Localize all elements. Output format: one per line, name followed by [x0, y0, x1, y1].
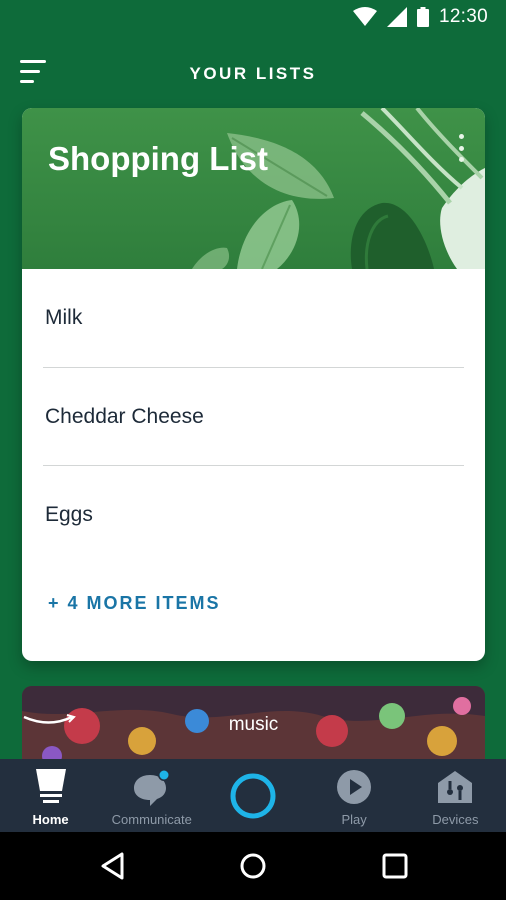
- list-items: Milk Cheddar Cheese Eggs: [22, 269, 485, 565]
- nav-devices[interactable]: Devices: [405, 759, 506, 832]
- list-item[interactable]: Milk: [43, 269, 464, 368]
- more-items-link[interactable]: + 4 MORE ITEMS: [48, 593, 221, 614]
- alexa-ring-icon: [230, 773, 276, 819]
- nav-home[interactable]: Home: [0, 759, 101, 832]
- app-bar: YOUR LISTS: [0, 40, 506, 110]
- list-item-label: Eggs: [45, 503, 93, 526]
- smile-arrow-icon: [23, 714, 76, 724]
- bottom-nav: Home Communicate Play Devices: [0, 759, 506, 832]
- home-circle-icon[interactable]: [237, 850, 269, 882]
- battery-icon: [416, 7, 429, 27]
- list-item-label: Milk: [45, 306, 83, 329]
- nav-label-home: Home: [32, 812, 69, 827]
- nav-play[interactable]: Play: [304, 759, 405, 832]
- nav-alexa[interactable]: [202, 759, 303, 832]
- status-time: 12:30: [438, 6, 488, 27]
- card-header: Shopping List: [22, 108, 485, 269]
- home-icon: [35, 769, 66, 803]
- cell-signal-icon: [386, 7, 407, 27]
- nav-communicate[interactable]: Communicate: [101, 759, 202, 832]
- status-bar: 12:30: [0, 0, 506, 34]
- nav-label-play: Play: [341, 812, 367, 827]
- back-icon[interactable]: [98, 850, 130, 882]
- card-title: Shopping List: [48, 140, 268, 177]
- devices-home-icon: [438, 771, 473, 803]
- list-item[interactable]: Cheddar Cheese: [43, 368, 464, 466]
- list-item[interactable]: Eggs: [43, 466, 464, 565]
- wifi-icon: [352, 7, 377, 26]
- music-logo: music: [22, 714, 485, 736]
- more-vert-icon[interactable]: [455, 134, 467, 162]
- system-nav-bar: [0, 832, 506, 900]
- list-item-label: Cheddar Cheese: [45, 404, 204, 428]
- nav-label-devices: Devices: [432, 812, 479, 827]
- shopping-list-card[interactable]: Shopping List Milk Cheddar Cheese Eggs +…: [22, 108, 485, 661]
- chat-bubble-icon: [133, 769, 170, 806]
- nav-label-communicate: Communicate: [111, 812, 192, 827]
- vegetable-illustration: [192, 108, 485, 269]
- play-icon: [337, 770, 372, 804]
- recents-icon[interactable]: [379, 850, 411, 882]
- page-title: YOUR LISTS: [189, 64, 317, 83]
